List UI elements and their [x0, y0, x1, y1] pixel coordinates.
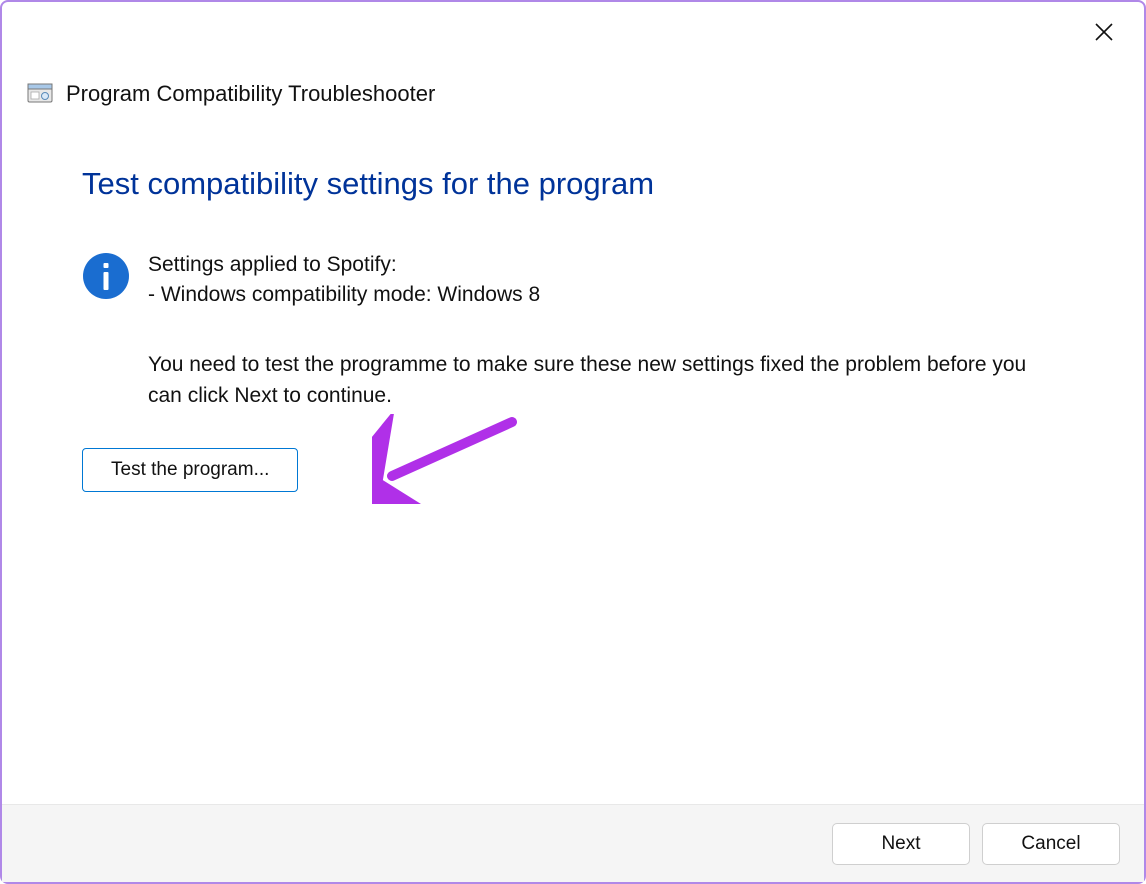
instruction-text: You need to test the programme to make s… [148, 349, 1064, 412]
window-header: Program Compatibility Troubleshooter [2, 2, 1144, 108]
troubleshooter-icon [26, 80, 54, 108]
close-icon [1094, 22, 1114, 47]
footer-bar: Next Cancel [2, 804, 1144, 882]
window-title: Program Compatibility Troubleshooter [66, 81, 435, 107]
cancel-button[interactable]: Cancel [982, 823, 1120, 865]
page-heading: Test compatibility settings for the prog… [82, 166, 1064, 202]
close-button[interactable] [1088, 18, 1120, 50]
info-row: Settings applied to Spotify: - Windows c… [82, 250, 1064, 311]
content-area: Test compatibility settings for the prog… [2, 108, 1144, 804]
settings-applied-text: Settings applied to Spotify: - Windows c… [148, 250, 540, 311]
troubleshooter-window: Program Compatibility Troubleshooter Tes… [0, 0, 1146, 884]
info-icon [82, 252, 130, 300]
test-program-button[interactable]: Test the program... [82, 448, 298, 492]
settings-applied-label: Settings applied to Spotify: [148, 250, 540, 280]
settings-applied-detail: - Windows compatibility mode: Windows 8 [148, 280, 540, 310]
next-button[interactable]: Next [832, 823, 970, 865]
